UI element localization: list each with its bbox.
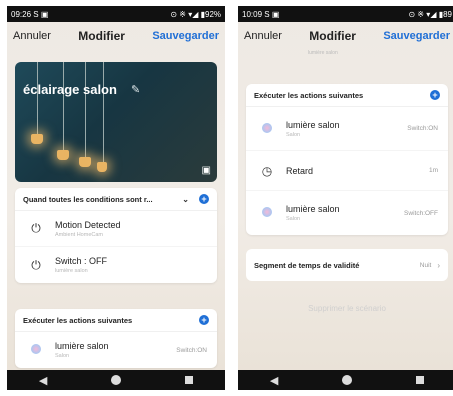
actions-card: Exécuter les actions suivantes + lumière… bbox=[246, 84, 448, 235]
action-title: lumière salon bbox=[286, 204, 340, 214]
lamp-decoration bbox=[57, 150, 69, 160]
add-action-button[interactable]: + bbox=[430, 90, 440, 100]
segment-value: Nuit bbox=[419, 261, 432, 269]
back-icon[interactable]: ◀ bbox=[39, 374, 47, 387]
action-item[interactable]: lumière salon Salon Switch:OFF bbox=[246, 191, 448, 235]
plug-icon: ⏻ bbox=[31, 221, 41, 235]
plug-icon: ⏻ bbox=[31, 257, 41, 272]
edit-pencil-icon[interactable]: ✎ bbox=[131, 83, 140, 96]
cancel-button[interactable]: Annuler bbox=[244, 30, 282, 42]
recent-apps-icon[interactable] bbox=[185, 376, 194, 384]
back-icon[interactable]: ◀ bbox=[270, 374, 278, 387]
save-button[interactable]: Sauvegarder bbox=[152, 30, 219, 42]
action-status: Switch:ON bbox=[176, 346, 207, 354]
image-icon[interactable]: ▣ bbox=[202, 165, 211, 176]
condition-title: Switch : OFF bbox=[55, 256, 108, 266]
bulb-icon bbox=[31, 344, 41, 354]
navigation-bar: ◀ bbox=[238, 370, 453, 390]
delete-scene-button[interactable]: Supprimer le scénario bbox=[238, 304, 453, 313]
chevron-down-icon[interactable]: ⌄ bbox=[182, 195, 189, 204]
conditions-card: Quand toutes les conditions sont r... ⌄ … bbox=[15, 188, 217, 283]
conditions-header[interactable]: Quand toutes les conditions sont r... ⌄ … bbox=[15, 188, 217, 211]
condition-title: Motion Detected bbox=[55, 219, 121, 230]
page-title: Modifier bbox=[78, 29, 125, 43]
condition-item[interactable]: ⏻ Switch : OFF lumière salon bbox=[15, 247, 217, 283]
actions-header: Exécuter les actions suivantes + bbox=[15, 309, 217, 332]
lamp-decoration bbox=[31, 134, 43, 144]
action-subtitle: Salon bbox=[55, 353, 70, 359]
cancel-button[interactable]: Annuler bbox=[13, 30, 51, 42]
status-right-icons: ⊙ ※ ▾◢ ▮92% bbox=[170, 9, 221, 19]
action-status: 1m bbox=[428, 167, 438, 174]
save-button[interactable]: Sauvegarder bbox=[383, 30, 450, 42]
bulb-icon bbox=[262, 122, 272, 133]
action-item[interactable]: ◷ Retard 1m bbox=[246, 151, 448, 191]
segment-label: Segment de temps de validité bbox=[254, 260, 360, 270]
action-title: lumière salon bbox=[286, 119, 340, 130]
right-phone-screen: 10:09 S ▣ ⊙ ※ ▾◢ ▮89 Annuler Modifier Sa… bbox=[238, 6, 453, 390]
scene-cover-image[interactable]: éclairage salon ✎ ▣ bbox=[15, 62, 217, 182]
action-subtitle: Salon bbox=[286, 216, 301, 222]
condition-item[interactable]: ⏻ Motion Detected Ambient HomeCam bbox=[15, 211, 217, 247]
actions-card: Exécuter les actions suivantes + lumière… bbox=[15, 309, 217, 368]
action-subtitle: Salon bbox=[286, 131, 301, 138]
status-bar: 09:26 S ▣ ⊙ ※ ▾◢ ▮92% bbox=[7, 6, 225, 22]
clock: 09:26 bbox=[11, 9, 32, 19]
action-item[interactable]: lumière salon Salon Switch:ON bbox=[15, 332, 217, 368]
action-status: Switch:OFF bbox=[404, 209, 438, 217]
status-right-icons: ⊙ ※ ▾◢ ▮89 bbox=[408, 9, 452, 19]
lamp-decoration bbox=[97, 162, 107, 172]
actions-header: Exécuter les actions suivantes + bbox=[246, 84, 448, 107]
lamp-decoration bbox=[79, 157, 91, 167]
actions-title: Exécuter les actions suivantes bbox=[23, 315, 133, 325]
add-condition-button[interactable]: + bbox=[199, 194, 209, 204]
recent-apps-icon[interactable] bbox=[416, 376, 425, 384]
home-icon[interactable] bbox=[111, 375, 122, 385]
action-title: lumière salon bbox=[55, 341, 109, 351]
top-bar: Annuler Modifier Sauvegarder bbox=[7, 22, 225, 50]
clock: 10:09 bbox=[242, 9, 263, 19]
validity-time-segment-row[interactable]: Segment de temps de validité Nuit › bbox=[246, 249, 448, 281]
home-icon[interactable] bbox=[342, 375, 353, 385]
condition-subtitle: lumière salon bbox=[55, 268, 88, 274]
add-action-button[interactable]: + bbox=[199, 315, 209, 325]
bulb-icon bbox=[262, 207, 272, 217]
action-status: Switch:ON bbox=[407, 125, 438, 132]
navigation-bar: ◀ bbox=[7, 370, 225, 390]
chevron-right-icon: › bbox=[437, 260, 440, 270]
status-left-icons: S ▣ bbox=[33, 9, 49, 19]
page-title: Modifier bbox=[309, 29, 356, 43]
status-bar: 10:09 S ▣ ⊙ ※ ▾◢ ▮89 bbox=[238, 6, 453, 22]
timer-icon: ◷ bbox=[261, 163, 273, 178]
actions-title: Exécuter les actions suivantes bbox=[254, 90, 364, 100]
status-left-icons: S ▣ bbox=[264, 9, 280, 19]
scene-name: éclairage salon bbox=[23, 82, 117, 97]
action-item[interactable]: lumière salon Salon Switch:ON bbox=[246, 107, 448, 151]
top-bar: Annuler Modifier Sauvegarder bbox=[238, 22, 453, 50]
left-phone-screen: 09:26 S ▣ ⊙ ※ ▾◢ ▮92% Annuler Modifier S… bbox=[7, 6, 225, 390]
scrolled-off-text: lumière salon bbox=[308, 50, 338, 56]
action-title: Retard bbox=[286, 165, 314, 176]
conditions-title: Quand toutes les conditions sont r... bbox=[23, 194, 153, 204]
condition-subtitle: Ambient HomeCam bbox=[55, 231, 103, 238]
